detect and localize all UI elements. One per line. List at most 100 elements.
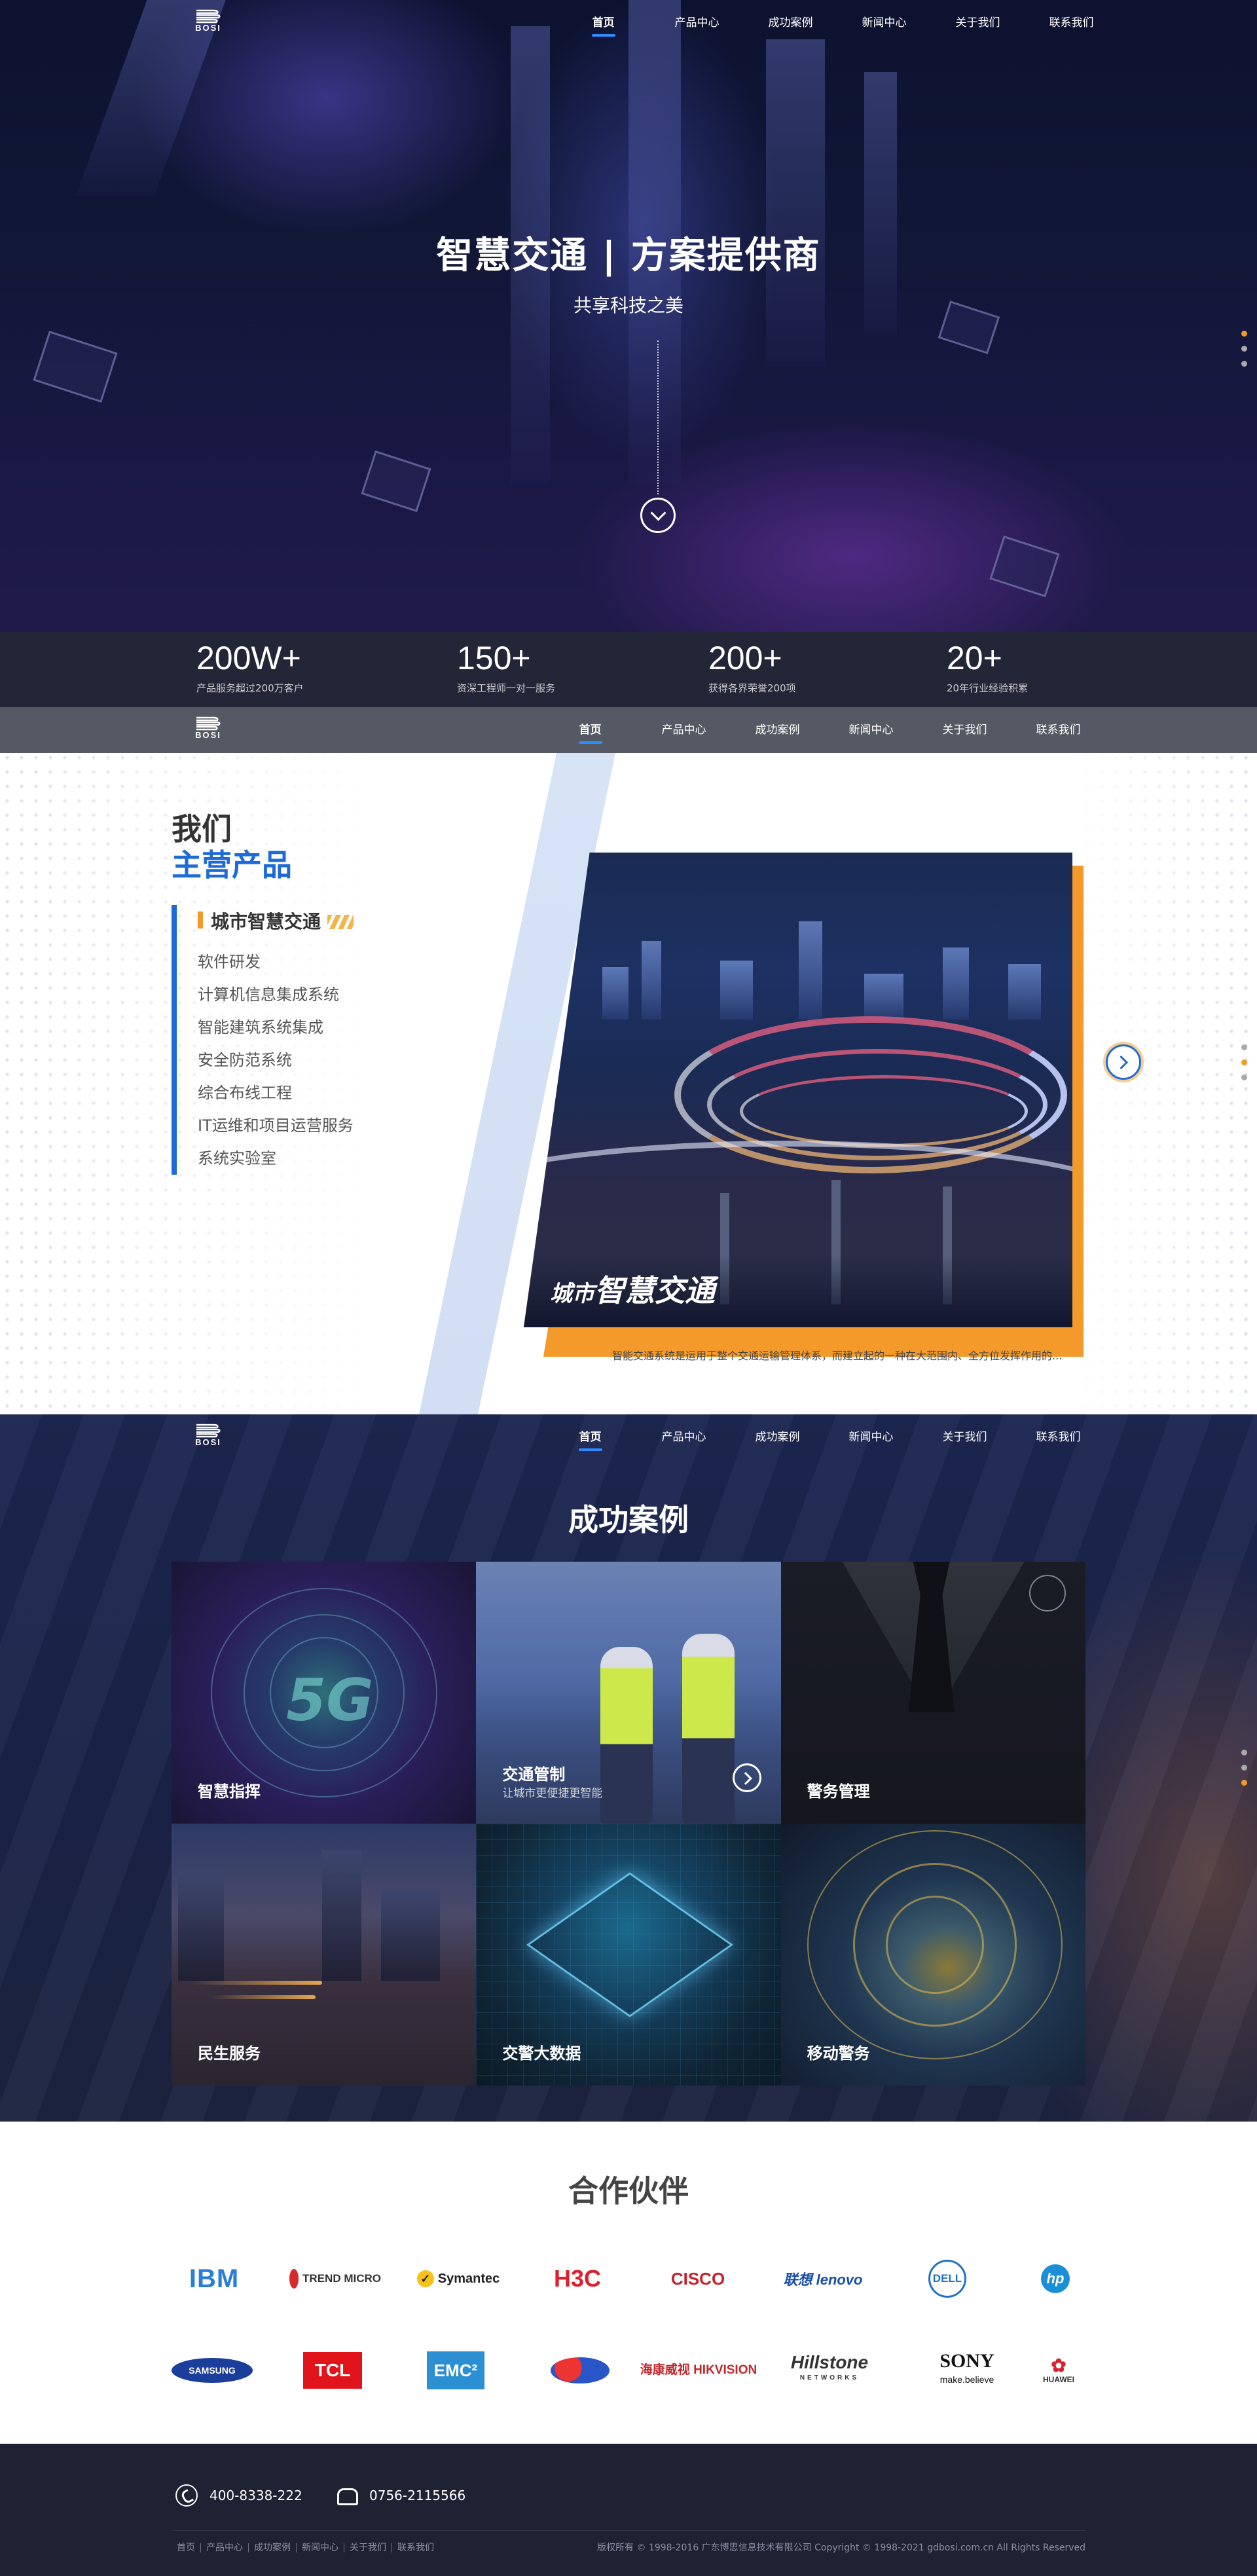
trend-ball-icon bbox=[289, 2269, 299, 2289]
logo[interactable]: BOSI bbox=[189, 8, 228, 37]
nav-item-contact[interactable]: 联系我们 bbox=[1011, 707, 1105, 753]
product-photo[interactable] bbox=[524, 853, 1072, 1327]
partner-logo-sony[interactable]: SONY make.believe bbox=[924, 2347, 1010, 2393]
partner-logo-hillstone[interactable]: Hillstone NETWORKS bbox=[784, 2347, 875, 2393]
product-item[interactable]: 计算机信息集成系统 bbox=[198, 978, 354, 1011]
partner-logo-hp[interactable]: hp bbox=[1036, 2256, 1075, 2302]
partners-section: 合作伙伴 IBM TREND MICRO ✓ Symantec H3C CISCO… bbox=[0, 2122, 1257, 2444]
nav-item-news[interactable]: 新闻中心 bbox=[824, 707, 918, 753]
nav-item-about[interactable]: 关于我们 bbox=[918, 707, 1011, 753]
nav-item-products[interactable]: 产品中心 bbox=[637, 707, 731, 753]
nav-item-home[interactable]: 首页 bbox=[543, 707, 637, 753]
globe-icon bbox=[551, 2357, 610, 2383]
partner-logo-symantec[interactable]: ✓ Symantec bbox=[412, 2256, 504, 2302]
pager-dot[interactable] bbox=[1241, 1059, 1247, 1065]
logo[interactable]: BOSI bbox=[189, 715, 228, 744]
nav-item-about[interactable]: 关于我们 bbox=[931, 0, 1025, 46]
case-tile-mobile-police[interactable]: 移动警务 bbox=[780, 1824, 1085, 2086]
huawei-petal-icon: ✿ bbox=[1051, 2355, 1066, 2376]
check-icon: ✓ bbox=[416, 2270, 434, 2287]
partner-logo-emc[interactable]: EMC² bbox=[426, 2347, 486, 2393]
cases-title: 成功案例 bbox=[568, 1502, 689, 1537]
nav-item-cases[interactable]: 成功案例 bbox=[744, 0, 837, 46]
pager-dot[interactable] bbox=[1241, 1044, 1247, 1050]
case-tile-command[interactable]: 5G 智慧指挥 bbox=[172, 1562, 477, 1824]
light-trail bbox=[211, 1995, 316, 1999]
pager-dot[interactable] bbox=[1241, 1075, 1247, 1080]
product-list: 城市智慧交通 软件研发 计算机信息集成系统 智能建筑系统集成 安全防范系统 综合… bbox=[172, 905, 354, 1175]
stat-value: 200W+ bbox=[196, 640, 301, 676]
chevron-right-icon[interactable] bbox=[1106, 1044, 1141, 1080]
product-current[interactable]: 城市智慧交通 bbox=[198, 908, 354, 934]
nav-item-contact[interactable]: 联系我们 bbox=[1025, 0, 1118, 46]
nav-item-contact[interactable]: 联系我们 bbox=[1011, 1414, 1105, 1460]
partner-logo-tcl[interactable]: TCL bbox=[302, 2347, 363, 2393]
partner-logo-cisco[interactable]: CISCO bbox=[659, 2256, 737, 2302]
logo[interactable]: BOSI bbox=[189, 1422, 228, 1451]
case-label: 移动警务 bbox=[807, 2044, 870, 2063]
case-label: 交警大数据 bbox=[502, 2044, 581, 2063]
partner-logo-text: TCL bbox=[303, 2352, 362, 2389]
partner-logo-samsung[interactable]: SAMSUNG bbox=[172, 2347, 253, 2393]
partner-logo-ibm[interactable]: IBM bbox=[178, 2256, 250, 2302]
nav-item-news[interactable]: 新闻中心 bbox=[824, 1414, 918, 1460]
case-tile-public-service[interactable]: 民生服务 bbox=[172, 1824, 477, 2086]
logo-icon bbox=[196, 9, 221, 24]
nav-item-products[interactable]: 产品中心 bbox=[650, 0, 744, 46]
partner-logo-lenovo[interactable]: 联想 lenovo bbox=[780, 2256, 865, 2302]
case-tile-police-management[interactable]: 警务管理 bbox=[780, 1562, 1085, 1824]
caption-small: 城市 bbox=[550, 1281, 594, 1307]
partner-logo-trend[interactable]: TREND MICRO bbox=[289, 2256, 381, 2302]
chevron-right-icon[interactable] bbox=[732, 1763, 761, 1792]
nav-item-cases[interactable]: 成功案例 bbox=[731, 1414, 824, 1460]
product-item[interactable]: 软件研发 bbox=[198, 946, 354, 978]
nav-item-news[interactable]: 新闻中心 bbox=[837, 0, 931, 46]
footer-link[interactable]: 产品中心 bbox=[201, 2543, 249, 2552]
nav-item-home[interactable]: 首页 bbox=[543, 1414, 637, 1460]
nav-item-home[interactable]: 首页 bbox=[556, 0, 650, 46]
pager-dot[interactable] bbox=[1241, 1765, 1247, 1771]
case-grid: 5G 智慧指挥 交通管制 让城市更便捷更智能 警务管理 民生服务 交警大数据 移… bbox=[172, 1562, 1085, 2086]
footer-link[interactable]: 联系我们 bbox=[392, 2543, 439, 2552]
nav-item-about[interactable]: 关于我们 bbox=[918, 1414, 1011, 1460]
pager-dot[interactable] bbox=[1241, 1780, 1247, 1786]
nav-item-products[interactable]: 产品中心 bbox=[637, 1414, 731, 1460]
phone-number[interactable]: 400-8338-222 bbox=[210, 2488, 302, 2503]
fax-number[interactable]: 0756-2115566 bbox=[369, 2488, 465, 2503]
photo-building bbox=[799, 921, 822, 1020]
partner-logo-hikvision[interactable]: 海康威视 HIKVISION bbox=[640, 2347, 757, 2393]
footer-link[interactable]: 成功案例 bbox=[249, 2543, 297, 2552]
partner-logo-huawei[interactable]: ✿ HUAWEI bbox=[1036, 2347, 1082, 2393]
pager-dot[interactable] bbox=[1241, 1750, 1247, 1756]
product-item[interactable]: 系统实验室 bbox=[198, 1142, 354, 1175]
logo-text: BOSI bbox=[195, 1437, 221, 1447]
products-section: BOSI 首页 产品中心 成功案例 新闻中心 关于我们 联系我们 我们 主营产品… bbox=[0, 707, 1257, 1414]
nav-item-cases[interactable]: 成功案例 bbox=[731, 707, 824, 753]
chevron-down-icon[interactable] bbox=[640, 498, 676, 533]
pager-dot[interactable] bbox=[1241, 361, 1247, 367]
footer-link[interactable]: 关于我们 bbox=[344, 2543, 392, 2552]
partner-logo-dell[interactable]: DELL bbox=[924, 2256, 970, 2302]
pager-dot[interactable] bbox=[1241, 331, 1247, 337]
product-item[interactable]: IT运维和项目运营服务 bbox=[198, 1109, 354, 1142]
product-item[interactable]: 智能建筑系统集成 bbox=[198, 1011, 354, 1044]
hero-cube bbox=[989, 535, 1060, 598]
footer-phone: 400-8338-222 bbox=[175, 2484, 302, 2507]
product-item[interactable]: 综合布线工程 bbox=[198, 1076, 354, 1109]
light-trail bbox=[191, 1981, 322, 1985]
partner-logo-globe[interactable] bbox=[547, 2347, 613, 2393]
case-tile-traffic-control[interactable]: 交通管制 让城市更便捷更智能 bbox=[476, 1562, 781, 1824]
pager-dot[interactable] bbox=[1241, 346, 1247, 352]
partner-logo-text: EMC² bbox=[427, 2351, 484, 2389]
case-label: 智慧指挥 bbox=[198, 1782, 261, 1801]
case-tile-traffic-big-data[interactable]: 交警大数据 bbox=[476, 1824, 781, 2086]
footer-link[interactable]: 新闻中心 bbox=[297, 2543, 344, 2552]
stat-value: 150+ bbox=[457, 640, 531, 676]
logo-icon bbox=[196, 716, 221, 731]
hero-title: 智慧交通 | 方案提供商 bbox=[436, 234, 821, 277]
officer-figure bbox=[600, 1647, 653, 1824]
partner-logo-h3c[interactable]: H3C bbox=[538, 2256, 617, 2302]
product-item[interactable]: 安全防范系统 bbox=[198, 1044, 354, 1076]
footer-link[interactable]: 首页 bbox=[177, 2543, 201, 2552]
partner-logo-text: SAMSUNG bbox=[172, 2358, 253, 2383]
